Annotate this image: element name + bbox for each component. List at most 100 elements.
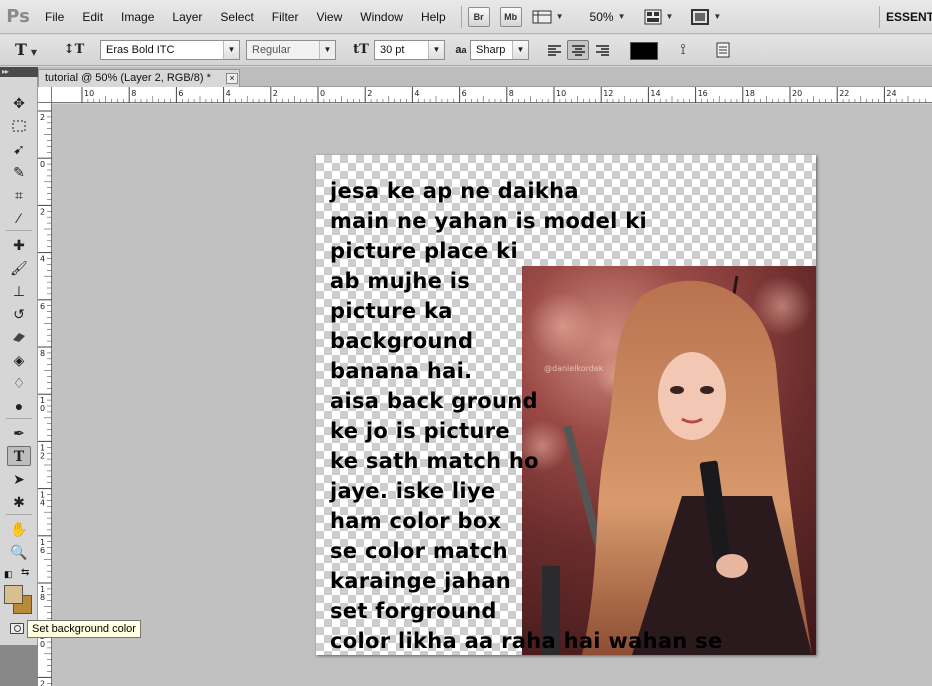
tool-separator — [6, 418, 32, 419]
screen-mode-button[interactable]: ▼ — [691, 8, 722, 25]
magnifier-icon: 🔍 — [10, 544, 28, 560]
menu-image[interactable]: Image — [112, 0, 163, 34]
type-tool-icon: T — [14, 40, 27, 59]
arrange-documents-button[interactable]: ▼ — [644, 9, 673, 25]
workspace-switcher[interactable]: ESSENTI — [886, 10, 932, 24]
view-extras-icon — [532, 10, 552, 23]
anti-alias-select[interactable]: Sharp ▼ — [470, 40, 529, 60]
zoom-level: 50% — [589, 9, 614, 24]
font-size-select[interactable]: 30 pt ▼ — [374, 40, 445, 60]
ruler-label: 2 — [273, 89, 278, 98]
close-tab-button[interactable]: × — [226, 73, 238, 84]
history-brush-tool[interactable]: ↺ — [7, 304, 31, 324]
blur-tool[interactable]: ♢ — [7, 373, 31, 393]
marquee-tool[interactable] — [7, 116, 31, 136]
character-panel-button[interactable] — [712, 41, 734, 59]
ruler-label: 2 — [40, 113, 45, 122]
ruler-label: 6 — [462, 89, 467, 98]
default-colors-button[interactable]: ◧ — [4, 569, 13, 580]
menu-edit[interactable]: Edit — [73, 0, 112, 34]
quick-selection-tool[interactable]: ✎ — [7, 162, 31, 182]
zoom-tool[interactable]: 🔍 — [7, 542, 31, 562]
text-line: karainge jahan — [330, 569, 512, 593]
dodge-tool[interactable]: ● — [7, 396, 31, 416]
ruler-label: 16 — [698, 89, 708, 98]
align-center-button[interactable] — [567, 40, 589, 60]
text-line: se color match — [330, 539, 508, 563]
clone-stamp-tool[interactable]: ⊥ — [7, 281, 31, 301]
mini-bridge-button[interactable]: Mb — [499, 6, 522, 27]
toolbar-collapse-handle[interactable]: ▸▸ — [0, 67, 38, 77]
tooltip: Set background color — [27, 620, 141, 638]
text-line: ke sath match ho — [330, 449, 539, 473]
ruler-label: 0 — [40, 160, 45, 169]
font-family-select[interactable]: Eras Bold ITC ▼ — [100, 40, 240, 60]
document-tab[interactable]: tutorial @ 50% (Layer 2, RGB/8) * × — [38, 69, 240, 87]
eyedropper-icon: ⁄ — [17, 210, 21, 226]
history-brush-icon: ↺ — [13, 306, 25, 322]
ruler-label: 0 — [40, 404, 45, 413]
text-color-swatch[interactable] — [630, 42, 658, 60]
ruler-label: 2 — [40, 679, 45, 686]
paint-bucket-tool[interactable]: ◈ — [7, 350, 31, 370]
pen-tool[interactable]: ✒ — [7, 423, 31, 443]
ruler-origin[interactable] — [38, 87, 52, 103]
chevron-down-icon: ▼ — [319, 41, 335, 59]
vertical-ruler[interactable]: 20246810121416182022 — [38, 103, 52, 686]
photoshop-logo: Ps — [6, 6, 30, 27]
ruler-label: 6 — [40, 302, 45, 311]
view-extras-button[interactable]: ▼ — [532, 9, 564, 25]
align-left-button[interactable] — [543, 40, 565, 60]
lasso-tool[interactable]: ➹ — [7, 139, 31, 159]
menu-view[interactable]: View — [307, 0, 351, 34]
eyedropper-tool[interactable]: ⁄ — [7, 208, 31, 228]
type-tool[interactable]: T — [7, 446, 31, 466]
brush-tool[interactable]: 🖌 — [7, 258, 31, 278]
warp-text-button[interactable]: ⟟ — [672, 41, 694, 59]
blur-drop-icon: ♢ — [12, 375, 26, 391]
tools-panel: ✥ ➹ ✎ ⌗ ⁄ ✚ 🖌 ⊥ ↺ ◈ ♢ ● ✒ T ➤ ✱ ✋ 🔍 ◧ ⇆ — [0, 77, 38, 686]
ruler-label: 12 — [603, 89, 613, 98]
hand-tool[interactable]: ✋ — [7, 519, 31, 539]
crop-icon: ⌗ — [15, 187, 23, 203]
quick-mask-button[interactable] — [10, 623, 24, 634]
ruler-label: 2 — [40, 451, 45, 460]
text-line: jaye. iske liye — [330, 479, 496, 503]
menu-filter[interactable]: Filter — [263, 0, 308, 34]
align-right-button[interactable] — [591, 40, 613, 60]
ruler-label: 4 — [40, 255, 45, 264]
eraser-tool[interactable] — [7, 327, 31, 347]
crop-tool[interactable]: ⌗ — [7, 185, 31, 205]
menu-window[interactable]: Window — [351, 0, 412, 34]
horizontal-ruler[interactable]: 10 8 6 4 2 0 2 4 6 8 10 12 14 16 18 20 22 24 — [38, 87, 932, 103]
move-tool[interactable]: ✥ — [7, 93, 31, 113]
chevron-down-icon: ▼ — [713, 12, 722, 21]
path-selection-tool[interactable]: ➤ — [7, 469, 31, 489]
document-canvas[interactable]: @danielkordek jesa ke ap ne daikha main … — [316, 155, 816, 655]
pen-icon: ✒ — [13, 425, 25, 441]
ruler-label: 4 — [414, 89, 419, 98]
menu-help[interactable]: Help — [412, 0, 455, 34]
bridge-button[interactable]: Br — [467, 6, 490, 27]
font-style-select[interactable]: Regular ▼ — [246, 40, 336, 60]
menu-select[interactable]: Select — [211, 0, 262, 34]
ruler-label: 2 — [40, 207, 45, 216]
tool-preset-picker[interactable]: T ▼ — [12, 41, 40, 59]
ruler-label: 24 — [886, 89, 896, 98]
toggle-text-orientation-button[interactable]: ↕T — [62, 41, 86, 59]
marquee-icon — [12, 120, 26, 132]
menu-file[interactable]: File — [36, 0, 73, 34]
text-layer[interactable]: jesa ke ap ne daikha main ne yahan is mo… — [330, 176, 810, 655]
menu-layer[interactable]: Layer — [163, 0, 211, 34]
dodge-icon: ● — [14, 398, 24, 414]
zoom-level-dropdown[interactable]: 50% ▼ — [590, 10, 626, 24]
foreground-color-swatch[interactable] — [4, 585, 23, 604]
ruler-label: 0 — [40, 640, 45, 649]
font-size-icon: tT — [353, 42, 369, 57]
ruler-label: 8 — [509, 89, 514, 98]
healing-brush-tool[interactable]: ✚ — [7, 235, 31, 255]
custom-shape-tool[interactable]: ✱ — [7, 492, 31, 512]
toolbar-footer — [0, 645, 38, 686]
hand-icon: ✋ — [10, 521, 28, 537]
swap-colors-button[interactable]: ⇆ — [21, 567, 29, 578]
